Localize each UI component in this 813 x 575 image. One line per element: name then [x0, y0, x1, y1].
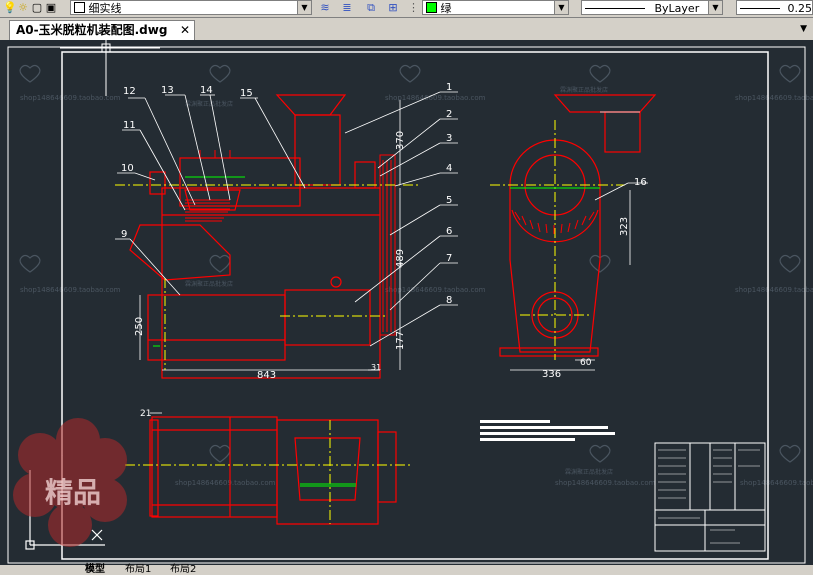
- dimension-labels: 843 250 370 489 177 31 336 323 60 21: [134, 131, 630, 419]
- color-swatch-icon: [426, 2, 437, 13]
- linetype-combo[interactable]: ByLayer ▼: [581, 0, 723, 15]
- layer-swatch-icon: [74, 2, 85, 13]
- chevron-down-icon[interactable]: ▼: [708, 1, 722, 14]
- title-block-fill: [658, 449, 760, 544]
- logo-text: 精品: [45, 476, 101, 509]
- properties-toolbar: 💡 ☼ ▢ ▣ 细实线 ▼ ≋ ≣ ⧉ ⊞ ⋮ 绿 ▼ ByLayer ▼ 0.…: [0, 0, 813, 18]
- dimension-489: 489: [395, 249, 406, 268]
- dimension-336: 336: [542, 369, 561, 380]
- document-tab[interactable]: A0-玉米脱粒机装配图.dwg ✕: [9, 20, 195, 40]
- chevron-down-icon[interactable]: ▼: [297, 1, 311, 14]
- color-combo-value: 绿: [440, 2, 452, 15]
- cad-drawing: shop148646609.taobao.com shop148646609.t…: [7, 40, 813, 564]
- dimension-31: 31: [371, 363, 381, 372]
- linetype-preview-icon: [585, 8, 645, 9]
- part-label: 4: [446, 163, 452, 174]
- part-label: 16: [634, 177, 647, 188]
- lineweight-preview-icon: [740, 8, 780, 9]
- dimension-21: 21: [140, 409, 151, 419]
- front-view-green: [153, 176, 245, 347]
- part-label: 10: [121, 163, 134, 174]
- watermark-cn-text: 霖渊聚正品批发店: [185, 100, 233, 108]
- document-tab-label: A0-玉米脱粒机装配图.dwg: [16, 23, 168, 37]
- front-view-centerlines: [115, 184, 420, 370]
- watermark-cn-text: 霖渊聚正品批发店: [560, 86, 608, 94]
- sun-icon[interactable]: ☼: [17, 1, 29, 15]
- layer-lock-icon[interactable]: ▢: [31, 1, 43, 15]
- watermark-text: shop148646609.taobao.com: [740, 479, 813, 487]
- watermark-heart-icons: [19, 64, 801, 463]
- layer-manager-icon[interactable]: ≋: [318, 1, 332, 15]
- watermark-text: shop148646609.taobao.com: [20, 286, 121, 294]
- drawing-frame: [61, 51, 769, 560]
- document-tabbar: A0-玉米脱粒机装配图.dwg ✕ ▼: [0, 18, 813, 40]
- tab-layout1[interactable]: 布局1: [125, 565, 151, 575]
- watermark-text: shop148646609.taobao.com: [175, 479, 276, 487]
- part-number-labels: 1 2 3 4 5 6 7 8 9 10 11 12 13 14 15 16: [121, 82, 647, 306]
- leader-lines: [115, 91, 458, 347]
- title-block: [654, 442, 766, 552]
- watermark-text: shop148646609.taobao.com: [555, 479, 656, 487]
- part-label: 9: [121, 229, 127, 240]
- tab-model[interactable]: 模型: [85, 565, 105, 575]
- dimension-323: 323: [619, 217, 630, 236]
- tab-layout2[interactable]: 布局2: [170, 565, 196, 575]
- top-view-centerlines: [125, 420, 410, 524]
- layout-tabbar: 模型 布局1 布局2: [0, 565, 813, 575]
- part-label: 2: [446, 109, 452, 120]
- tab-menu-chevron-icon[interactable]: ▼: [800, 24, 807, 34]
- lineweight-combo[interactable]: 0.25: [736, 0, 813, 15]
- layer-state-icon[interactable]: ≣: [340, 1, 354, 15]
- part-label: 7: [446, 253, 452, 264]
- color-combo[interactable]: 绿 ▼: [422, 0, 569, 15]
- part-label: 12: [123, 86, 136, 97]
- part-label: 11: [123, 120, 136, 131]
- layer-combo-value: 细实线: [88, 2, 122, 15]
- dimension-60: 60: [580, 358, 592, 368]
- watermark-cn-text: 霖渊聚正品批发店: [185, 280, 233, 288]
- part-label: 5: [446, 195, 452, 206]
- crosshair-cursor: [60, 40, 160, 96]
- watermark-text: shop148646609.taobao.com: [735, 286, 813, 294]
- chevron-down-icon[interactable]: ▼: [554, 1, 568, 14]
- part-label: 13: [161, 85, 174, 96]
- watermark-cn-text: 霖渊聚正品批发店: [565, 468, 613, 476]
- watermark-text: shop148646609.taobao.com: [735, 94, 813, 102]
- part-label: 6: [446, 226, 452, 237]
- dimension-250: 250: [134, 317, 145, 336]
- side-view: [499, 94, 657, 357]
- toolbar-grip-icon: ⋮: [408, 1, 419, 14]
- watermark-layer: shop148646609.taobao.com shop148646609.t…: [20, 86, 813, 487]
- part-label: 8: [446, 295, 452, 306]
- dimension-843: 843: [257, 370, 276, 381]
- make-current-icon[interactable]: ⊞: [386, 1, 400, 15]
- front-view: [129, 94, 396, 379]
- lineweight-combo-value: 0.25: [787, 2, 813, 15]
- layer-combo[interactable]: 细实线 ▼: [70, 0, 312, 15]
- dimension-177: 177: [395, 331, 406, 350]
- close-icon[interactable]: ✕: [180, 21, 190, 39]
- top-view-green: [300, 483, 356, 487]
- layer-color-icon[interactable]: ▣: [45, 1, 57, 15]
- layer-previous-icon[interactable]: ⧉: [364, 1, 378, 15]
- linetype-combo-value: ByLayer: [654, 2, 700, 15]
- part-label: 14: [200, 85, 213, 96]
- top-view: [149, 416, 397, 525]
- part-label: 1: [446, 82, 452, 93]
- drawing-viewport[interactable]: shop148646609.taobao.com shop148646609.t…: [0, 40, 813, 565]
- part-label: 3: [446, 133, 452, 144]
- dimension-370: 370: [395, 131, 406, 150]
- part-label: 15: [240, 88, 253, 99]
- lightbulb-icon[interactable]: 💡: [3, 1, 17, 15]
- technical-notes: [480, 420, 615, 441]
